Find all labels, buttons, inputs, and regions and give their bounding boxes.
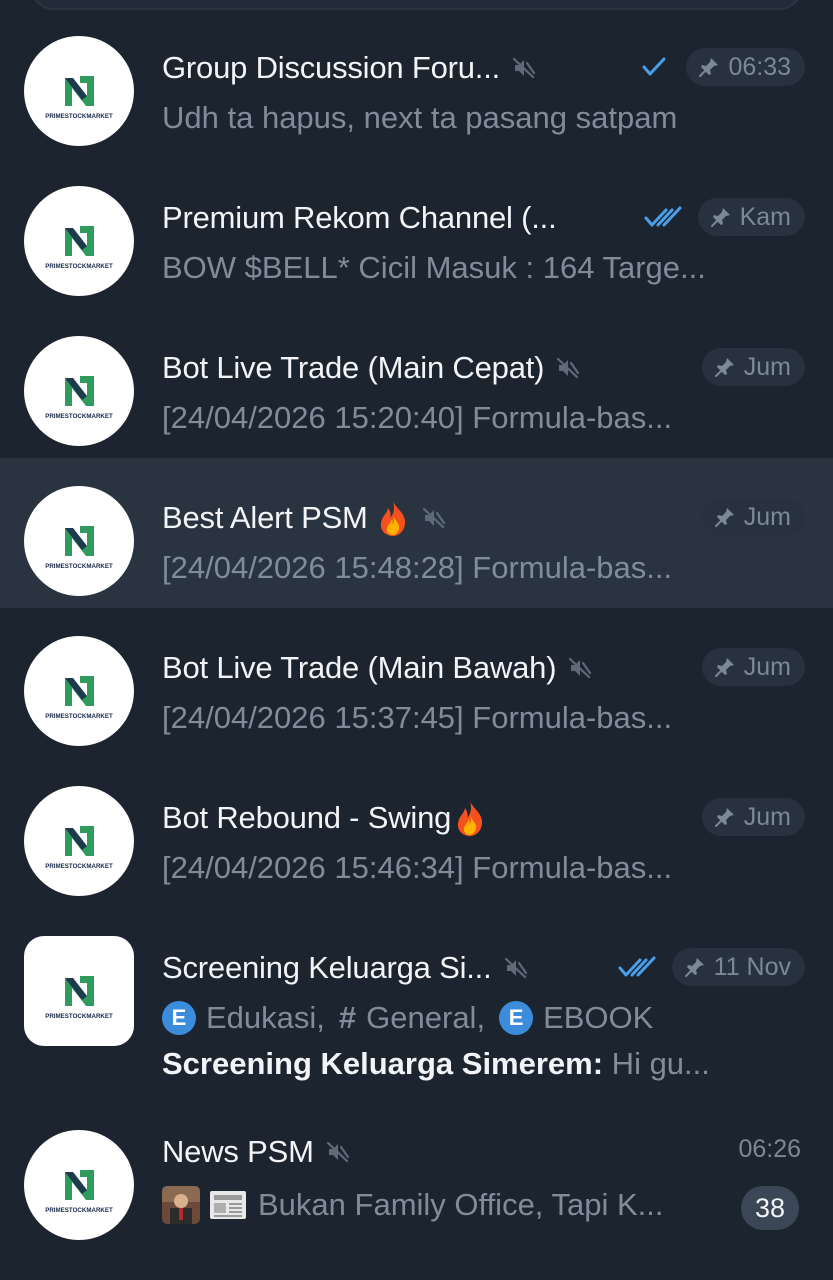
primestockmarket-logo: PRIMESTOCKMARKET (45, 976, 113, 1020)
chat-time: Kam (739, 202, 791, 231)
photo-thumbnail (162, 1186, 200, 1224)
chat-row[interactable]: PRIMESTOCKMARKET Screening Keluarga Si..… (0, 908, 833, 1102)
pinned-time-pill: Jum (701, 798, 805, 836)
chat-time: Jum (743, 352, 791, 381)
avatar: PRIMESTOCKMARKET (24, 36, 134, 146)
avatar-logo-text: PRIMESTOCKMARKET (45, 713, 113, 720)
muted-icon (512, 57, 536, 79)
muted-icon (326, 1141, 349, 1163)
muted-icon (569, 657, 592, 679)
chat-preview: Screening Keluarga Simerem: Hi gu... (162, 1046, 710, 1082)
fire-emoji (380, 501, 405, 536)
avatar-logo-text: PRIMESTOCKMARKET (45, 863, 113, 870)
double-check-icon (618, 956, 656, 977)
pin-icon (684, 958, 704, 977)
chat-preview: [24/04/2026 15:37:45] Formula-bas... (162, 700, 673, 735)
pin-icon (714, 808, 734, 827)
primestockmarket-logo: PRIMESTOCKMARKET (45, 226, 113, 270)
avatar: PRIMESTOCKMARKET (24, 336, 134, 446)
fire-emoji (458, 801, 483, 836)
chat-row[interactable]: PRIMESTOCKMARKET Group Discussion Foru..… (0, 8, 833, 158)
primestockmarket-logo: PRIMESTOCKMARKET (45, 76, 113, 120)
topic-label: General, (366, 1000, 486, 1035)
avatar-logo-text: PRIMESTOCKMARKET (45, 413, 113, 420)
primestockmarket-logo: PRIMESTOCKMARKET (45, 1170, 113, 1214)
chat-time: 06:26 (738, 1134, 801, 1163)
primestockmarket-logo: PRIMESTOCKMARKET (45, 676, 113, 720)
chat-preview: [24/04/2026 15:48:28] Formula-bas... (162, 550, 673, 585)
chat-time: Jum (743, 502, 791, 531)
avatar: PRIMESTOCKMARKET (24, 186, 134, 296)
avatar-logo-text: PRIMESTOCKMARKET (45, 563, 113, 570)
chat-row[interactable]: PRIMESTOCKMARKET Bot Live Trade (Main Ba… (0, 608, 833, 758)
pinned-time-pill: 11 Nov (671, 948, 805, 986)
chat-row[interactable]: PRIMESTOCKMARKET Best Alert PSM Jum [24/… (0, 458, 833, 608)
pin-icon (710, 208, 730, 227)
pinned-time-pill: Jum (701, 348, 805, 386)
chat-time: 11 Nov (713, 952, 791, 981)
chat-time: Jum (743, 802, 791, 831)
chat-preview: Bukan Family Office, Tapi K... (162, 1186, 663, 1224)
chat-title: Bot Live Trade (Main Cepat) (162, 350, 545, 385)
muted-icon (422, 507, 445, 529)
avatar: PRIMESTOCKMARKET (24, 786, 134, 896)
pinned-time-pill: Jum (701, 648, 805, 686)
topic-label: Edukasi, (206, 1000, 325, 1035)
pinned-time-pill: Kam (697, 198, 805, 236)
chat-title: Premium Rekom Channel (... (162, 200, 557, 235)
sender-name: Screening Keluarga Simerem: (162, 1046, 604, 1081)
chat-row[interactable]: PRIMESTOCKMARKET News PSM 06:26 Bukan Fa… (0, 1102, 833, 1252)
avatar-logo-text: PRIMESTOCKMARKET (45, 263, 113, 270)
avatar-logo-text: PRIMESTOCKMARKET (45, 113, 113, 120)
forum-topics: E Edukasi, # General, E EBOOK (162, 1000, 653, 1036)
primestockmarket-logo: PRIMESTOCKMARKET (45, 526, 113, 570)
chat-title: Best Alert PSM (162, 500, 368, 535)
chat-title: Bot Live Trade (Main Bawah) (162, 650, 557, 685)
chat-row[interactable]: PRIMESTOCKMARKET Premium Rekom Channel (… (0, 158, 833, 308)
chat-preview: [24/04/2026 15:20:40] Formula-bas... (162, 400, 673, 435)
pin-icon (714, 358, 734, 377)
avatar: PRIMESTOCKMARKET (24, 1130, 134, 1240)
chat-title: Screening Keluarga Si... (162, 950, 492, 985)
single-check-icon (642, 57, 666, 76)
message-snippet: Hi gu... (603, 1046, 710, 1081)
chat-preview: BOW $BELL* Cicil Masuk : 164 Targe... (162, 250, 706, 285)
primestockmarket-logo: PRIMESTOCKMARKET (45, 826, 113, 870)
muted-icon (504, 957, 527, 979)
pinned-time-pill: Jum (701, 498, 805, 536)
message-snippet: Bukan Family Office, Tapi K... (258, 1187, 664, 1222)
chat-row[interactable]: PRIMESTOCKMARKET Bot Rebound - Swing Jum… (0, 758, 833, 908)
avatar: PRIMESTOCKMARKET (24, 486, 134, 596)
chat-time: 06:33 (728, 52, 791, 81)
chat-preview: [24/04/2026 15:46:34] Formula-bas... (162, 850, 673, 885)
chat-title: News PSM (162, 1134, 314, 1169)
avatar: PRIMESTOCKMARKET (24, 636, 134, 746)
pin-icon (714, 658, 734, 677)
double-check-icon (644, 206, 682, 227)
topic-e-icon: E (499, 1001, 534, 1035)
topic-e-icon: E (162, 1001, 196, 1035)
chat-title: Bot Rebound - Swing (162, 800, 452, 835)
pinned-time-pill: 06:33 (686, 48, 805, 86)
pin-icon (714, 508, 734, 527)
primestockmarket-logo: PRIMESTOCKMARKET (45, 376, 113, 420)
muted-icon (557, 357, 580, 379)
chat-time: Jum (743, 652, 791, 681)
chat-row[interactable]: PRIMESTOCKMARKET Bot Live Trade (Main Ce… (0, 308, 833, 458)
avatar-logo-text: PRIMESTOCKMARKET (45, 1013, 113, 1020)
avatar-logo-text: PRIMESTOCKMARKET (45, 1207, 113, 1214)
unread-count-badge: 38 (741, 1186, 799, 1230)
chat-title: Group Discussion Foru... (162, 50, 501, 85)
chat-preview: Udh ta hapus, next ta pasang satpam (162, 100, 678, 135)
hash-icon: # (338, 1000, 357, 1035)
avatar: PRIMESTOCKMARKET (24, 936, 134, 1046)
chat-list-screen: PRIMESTOCKMARKET Group Discussion Foru..… (0, 0, 833, 1280)
pin-icon (699, 58, 719, 77)
topic-label: EBOOK (543, 1000, 654, 1035)
newspaper-icon (210, 1191, 246, 1219)
